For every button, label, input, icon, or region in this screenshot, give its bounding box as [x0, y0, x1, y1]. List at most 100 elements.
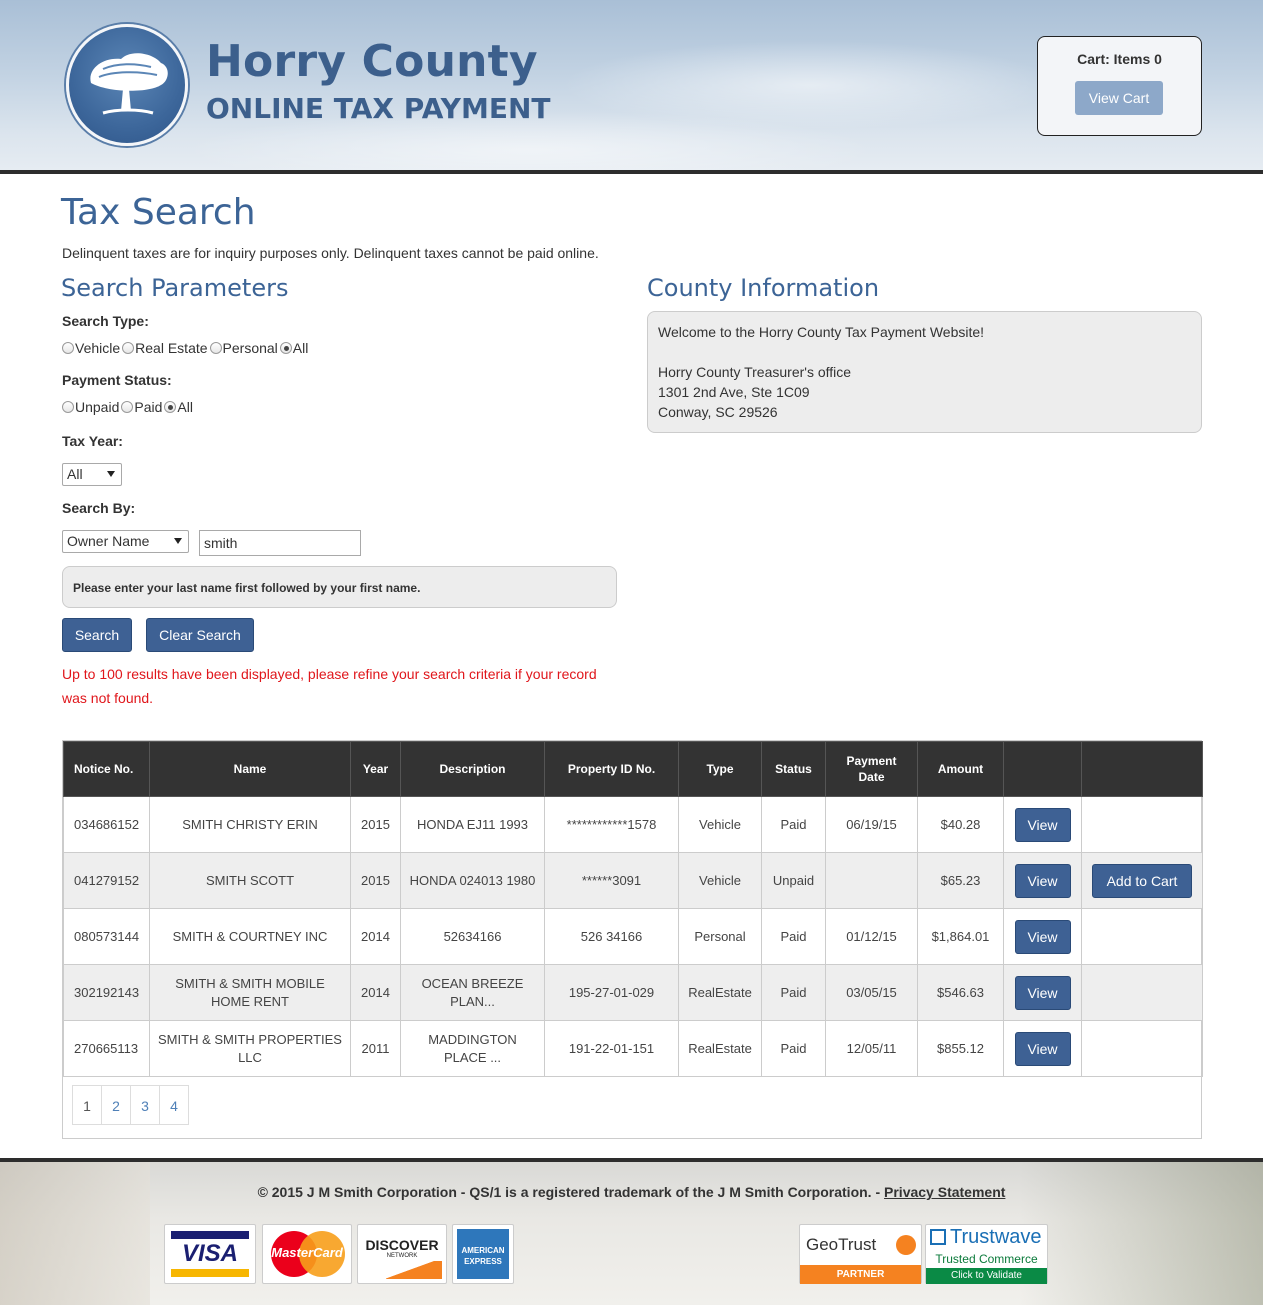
- page-link-3[interactable]: 3: [130, 1085, 160, 1125]
- radio-paid[interactable]: Paid: [121, 399, 162, 415]
- geotrust-badge[interactable]: GeoTrust PARTNER: [799, 1224, 922, 1284]
- add-to-cart-button[interactable]: Add to Cart: [1092, 863, 1192, 898]
- county-logo-tree-icon[interactable]: [66, 24, 188, 146]
- payment-status-radio-group: Unpaid Paid All: [62, 399, 195, 415]
- column-header-cart: [1081, 741, 1203, 797]
- cell-view: View: [1003, 1020, 1082, 1077]
- radio-dot-selected[interactable]: [279, 342, 292, 354]
- search-input[interactable]: [199, 530, 361, 556]
- radio-dot[interactable]: [122, 342, 135, 354]
- radio-dot[interactable]: [121, 401, 134, 413]
- search-by-label: Search By:: [62, 500, 136, 516]
- cell-property-id: ******3091: [544, 852, 679, 909]
- cell-status: Paid: [761, 964, 826, 1021]
- county-information-panel: Welcome to the Horry County Tax Payment …: [647, 311, 1202, 433]
- cell-status: Paid: [761, 796, 826, 853]
- cell-view: View: [1003, 964, 1082, 1021]
- table-row: 034686152 SMITH CHRISTY ERIN 2015 HONDA …: [63, 796, 1203, 853]
- radio-all-type[interactable]: All: [279, 340, 308, 356]
- county-address-line1: 1301 2nd Ave, Ste 1C09: [658, 384, 810, 400]
- cell-cart: [1081, 1020, 1203, 1077]
- view-button[interactable]: View: [1014, 919, 1071, 954]
- radio-dot[interactable]: [209, 342, 222, 354]
- search-by-select[interactable]: Owner Name: [62, 530, 189, 553]
- tax-year-label: Tax Year:: [62, 433, 123, 449]
- results-limit-warning: Up to 100 results have been displayed, p…: [62, 666, 597, 706]
- cell-amount: $855.12: [917, 1020, 1004, 1077]
- cell-type: Vehicle: [678, 852, 762, 909]
- cell-year: 2011: [350, 1020, 401, 1077]
- column-header-name: Name: [149, 741, 351, 797]
- header-divider: [0, 170, 1263, 174]
- cell-description: OCEAN BREEZE PLAN...: [400, 964, 545, 1021]
- column-header-type: Type: [678, 741, 762, 797]
- discover-card-icon: DISCOVER NETWORK: [357, 1224, 447, 1284]
- radio-unpaid[interactable]: Unpaid: [62, 399, 119, 415]
- radio-vehicle[interactable]: Vehicle: [62, 340, 120, 356]
- column-header-amount: Amount: [917, 741, 1004, 797]
- cell-name: SMITH & COURTNEY INC: [149, 908, 351, 965]
- cell-property-id: 195-27-01-029: [544, 964, 679, 1021]
- page-link-1[interactable]: 1: [72, 1085, 102, 1125]
- trustwave-badge[interactable]: Trustwave Trusted Commerce Click to Vali…: [925, 1224, 1048, 1284]
- column-header-status: Status: [761, 741, 826, 797]
- view-cart-button[interactable]: View Cart: [1075, 81, 1163, 115]
- cell-payment-date: [825, 852, 918, 909]
- cell-type: RealEstate: [678, 964, 762, 1021]
- page-link-4[interactable]: 4: [159, 1085, 189, 1125]
- cell-payment-date: 01/12/15: [825, 908, 918, 965]
- cell-cart: [1081, 964, 1203, 1021]
- cell-payment-date: 06/19/15: [825, 796, 918, 853]
- mastercard-icon: MasterCard: [262, 1224, 352, 1284]
- geotrust-logo-icon: [896, 1235, 916, 1255]
- cell-amount: $40.28: [917, 796, 1004, 853]
- search-type-label: Search Type:: [62, 313, 149, 329]
- cell-year: 2015: [350, 852, 401, 909]
- cell-status: Paid: [761, 908, 826, 965]
- cell-type: RealEstate: [678, 1020, 762, 1077]
- column-header-description: Description: [400, 741, 545, 797]
- view-button[interactable]: View: [1014, 807, 1071, 842]
- cell-year: 2014: [350, 908, 401, 965]
- radio-dot-selected[interactable]: [164, 401, 177, 413]
- results-table: Notice No. Name Year Description Propert…: [63, 741, 1203, 1077]
- view-button[interactable]: View: [1014, 1031, 1071, 1066]
- tax-year-select[interactable]: All: [62, 463, 122, 486]
- cart-panel: Cart: Items 0 View Cart: [1037, 36, 1202, 136]
- cell-description: 52634166: [400, 908, 545, 965]
- radio-personal[interactable]: Personal: [209, 340, 278, 356]
- column-header-notice: Notice No.: [63, 741, 150, 797]
- clear-search-button[interactable]: Clear Search: [146, 618, 254, 652]
- cell-amount: $65.23: [917, 852, 1004, 909]
- search-button[interactable]: Search: [62, 618, 132, 652]
- search-parameters-heading: Search Parameters: [61, 274, 289, 302]
- chevron-down-icon: [107, 471, 115, 477]
- radio-dot[interactable]: [62, 401, 74, 413]
- pagination: 1 2 3 4: [72, 1085, 189, 1125]
- cell-notice: 080573144: [63, 908, 150, 965]
- cell-status: Paid: [761, 1020, 826, 1077]
- county-office: Horry County Treasurer's office: [658, 364, 852, 380]
- cell-cart: Add to Cart: [1081, 852, 1203, 909]
- cell-view: View: [1003, 908, 1082, 965]
- cell-type: Vehicle: [678, 796, 762, 853]
- payment-status-label: Payment Status:: [62, 372, 172, 388]
- view-button[interactable]: View: [1014, 863, 1071, 898]
- cell-payment-date: 12/05/11: [825, 1020, 918, 1077]
- trustwave-logo-icon: [930, 1229, 946, 1245]
- privacy-statement-link[interactable]: Privacy Statement: [884, 1184, 1005, 1200]
- county-address-line2: Conway, SC 29526: [658, 404, 778, 420]
- column-header-year: Year: [350, 741, 401, 797]
- cell-property-id: 526 34166: [544, 908, 679, 965]
- radio-all-status[interactable]: All: [164, 399, 193, 415]
- radio-dot[interactable]: [62, 342, 74, 354]
- cell-view: View: [1003, 852, 1082, 909]
- cell-view: View: [1003, 796, 1082, 853]
- cell-status: Unpaid: [761, 852, 826, 909]
- page-link-2[interactable]: 2: [101, 1085, 131, 1125]
- radio-real-estate[interactable]: Real Estate: [122, 340, 208, 356]
- cell-name: SMITH CHRISTY ERIN: [149, 796, 351, 853]
- delinquent-notice: Delinquent taxes are for inquiry purpose…: [62, 245, 599, 261]
- cell-name: SMITH SCOTT: [149, 852, 351, 909]
- view-button[interactable]: View: [1014, 975, 1071, 1010]
